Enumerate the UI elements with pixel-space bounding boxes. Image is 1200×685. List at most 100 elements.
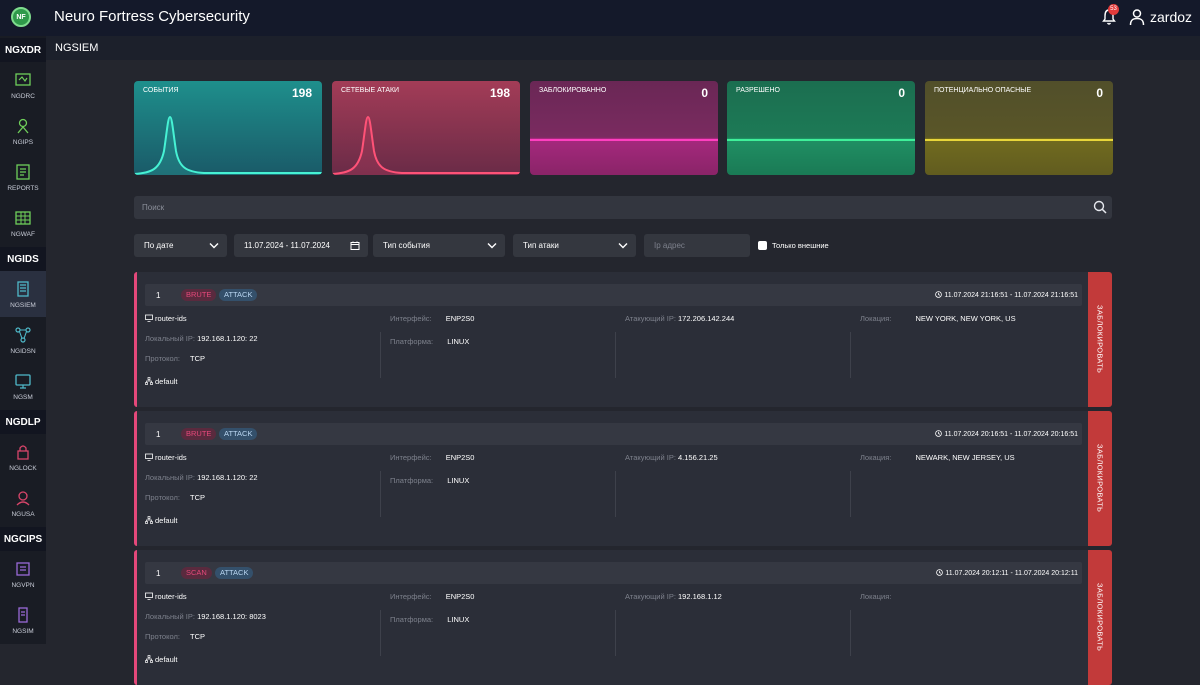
reports-icon <box>16 163 30 180</box>
ngsiem-icon <box>17 280 29 297</box>
clock-icon <box>936 569 944 576</box>
card-blocked[interactable]: ЗАБЛОКИРОВАННО 0 <box>530 81 718 175</box>
platform-label: Платформа: <box>390 337 434 346</box>
sidebar-item-ngdrc[interactable]: NGDRC <box>0 62 46 108</box>
card-label: РАЗРЕШЕНО <box>736 87 780 94</box>
sidebar-item-ngsm[interactable]: NGSM <box>0 363 46 409</box>
event-header: 1 BRUTE ATTACK 11.07.2024 21:16:51 - 11.… <box>145 284 1082 306</box>
divider <box>380 471 381 517</box>
event-local-ip: 192.168.1.120: 22 <box>197 473 258 482</box>
block-button-label: ЗАБЛОКИРОВАТЬ <box>1095 305 1105 374</box>
location-label: Локация: <box>860 314 892 323</box>
event-time: 11.07.2024 21:16:51 - 11.07.2024 21:16:5… <box>935 291 1078 299</box>
event-interface: ENP2S0 <box>445 592 475 601</box>
sidebar-group-ngids: NGIDS <box>0 247 46 271</box>
event-col-host: router-ids Локальный IP: 192.168.1.120: … <box>145 453 258 536</box>
attacker-ip-label: Атакующий IP: <box>625 314 676 323</box>
sidebar-item-ngwaf[interactable]: NGWAF <box>0 200 46 246</box>
event-local-ip: 192.168.1.120: 8023 <box>197 612 266 621</box>
card-value: 0 <box>898 86 905 100</box>
local-ip-label: Локальный IP: <box>145 473 195 482</box>
event-category-tag: ATTACK <box>219 428 258 440</box>
card-value: 198 <box>291 86 312 100</box>
calendar-icon <box>350 241 360 250</box>
event-col-location: Локация: NEWARK, NEW JERSEY, US <box>860 453 1015 473</box>
notification-badge: 53 <box>1108 4 1119 15</box>
divider <box>615 332 616 378</box>
external-only-checkbox[interactable] <box>758 241 767 250</box>
monitor-icon <box>145 592 153 600</box>
attack-type-value: Тип атаки <box>523 241 559 250</box>
event-interface: ENP2S0 <box>445 453 475 462</box>
divider <box>850 471 851 517</box>
sidebar-item-ngsim[interactable]: NGSIM <box>0 597 46 643</box>
allowed-line <box>727 139 915 141</box>
location-label: Локация: <box>860 592 892 601</box>
user-name[interactable]: zardoz <box>1150 9 1192 25</box>
card-potentially-dangerous[interactable]: ПОТЕНЦИАЛЬНО ОПАСНЫЕ 0 <box>925 81 1113 175</box>
event-count: 1 <box>156 430 161 439</box>
block-button[interactable]: ЗАБЛОКИРОВАТЬ <box>1088 411 1112 546</box>
user-icon[interactable] <box>1129 8 1145 26</box>
sidebar-item-reports[interactable]: REPORTS <box>0 154 46 200</box>
event-col-interface: Интерфейс: ENP2S0 Платформа: LINUX <box>390 592 474 635</box>
sidebar-item-label: NGSIM <box>12 627 34 635</box>
event-type-select[interactable]: Тип события <box>373 234 505 257</box>
sitemap-icon <box>145 516 153 524</box>
ip-address-input[interactable]: Ip адрес <box>644 234 750 257</box>
card-events[interactable]: СОБЫТИЯ 198 <box>134 81 322 175</box>
sidebar-item-ngusa[interactable]: NGUSA <box>0 480 46 526</box>
search-placeholder: Поиск <box>142 203 165 212</box>
event-count: 1 <box>156 291 161 300</box>
ngdrc-icon <box>15 72 31 86</box>
page-header: NGSIEM <box>46 36 1200 60</box>
sidebar-item-label: NGIPS <box>12 138 34 146</box>
event-host: router-ids <box>155 592 187 601</box>
block-button[interactable]: ЗАБЛОКИРОВАТЬ <box>1088 272 1112 407</box>
blocked-line <box>530 139 718 141</box>
sidebar-item-ngidsn[interactable]: NGIDSN <box>0 317 46 363</box>
event-type-tag: BRUTE <box>181 289 217 301</box>
search-icon[interactable] <box>1093 200 1107 214</box>
sidebar-item-label: REPORTS <box>7 184 39 192</box>
ngsm-icon <box>15 373 31 389</box>
local-ip-label: Локальный IP: <box>145 612 195 621</box>
search-input[interactable]: Поиск <box>134 196 1112 219</box>
monitor-icon <box>145 453 153 461</box>
event-col-host: router-ids Локальный IP: 192.168.1.120: … <box>145 592 266 675</box>
card-allowed[interactable]: РАЗРЕШЕНО 0 <box>727 81 915 175</box>
event-col-location: Локация: NEW YORK, NEW YORK, US <box>860 314 1016 334</box>
event-type-tag: BRUTE <box>181 428 217 440</box>
sidebar-group-ngdlp: NGDLP <box>0 410 46 434</box>
event-col-interface: Интерфейс: ENP2S0 Платформа: LINUX <box>390 453 474 496</box>
interface-label: Интерфейс: <box>390 592 432 601</box>
divider <box>380 610 381 656</box>
date-mode-select[interactable]: По дате <box>134 234 227 257</box>
event-attacker-ip: 172.206.142.244 <box>678 314 735 323</box>
sidebar-item-nglock[interactable]: NGLOCK <box>0 434 46 480</box>
event-protocol: TCP <box>190 354 206 363</box>
card-network-attacks[interactable]: СЕТЕВЫЕ АТАКИ 198 <box>332 81 520 175</box>
page-title: NGSIEM <box>55 42 99 54</box>
sidebar-item-ngsiem[interactable]: NGSIEM <box>0 271 46 317</box>
interface-label: Интерфейс: <box>390 314 432 323</box>
event-attacker-ip: 192.168.1.12 <box>678 592 722 601</box>
block-button[interactable]: ЗАБЛОКИРОВАТЬ <box>1088 550 1112 685</box>
divider <box>380 332 381 378</box>
ngidsn-icon <box>15 326 31 343</box>
logo[interactable]: NF <box>11 7 31 27</box>
sidebar-item-ngvpn[interactable]: NGVPN <box>0 551 46 597</box>
event-header: 1 SCAN ATTACK 11.07.2024 20:12:11 - 11.0… <box>145 562 1082 584</box>
event-location: NEW YORK, NEW YORK, US <box>915 314 1016 323</box>
sidebar: NGXDR NGDRC NGIPS REPORTS NGWAF NGIDS NG… <box>0 36 46 644</box>
date-range-picker[interactable]: 11.07.2024 - 11.07.2024 <box>234 234 368 257</box>
attack-type-select[interactable]: Тип атаки <box>513 234 636 257</box>
top-bar: NF Neuro Fortress Cybersecurity 53 zardo… <box>0 0 1200 36</box>
event-card: 1 SCAN ATTACK 11.07.2024 20:12:11 - 11.0… <box>134 550 1112 685</box>
card-label: СЕТЕВЫЕ АТАКИ <box>341 87 400 94</box>
event-type-tag: SCAN <box>181 567 212 579</box>
protocol-label: Протокол: <box>145 632 180 641</box>
sidebar-item-ngips[interactable]: NGIPS <box>0 108 46 154</box>
external-only-label: Только внешние <box>772 241 829 250</box>
event-col-attacker: Атакующий IP: 172.206.142.244 <box>625 314 734 334</box>
